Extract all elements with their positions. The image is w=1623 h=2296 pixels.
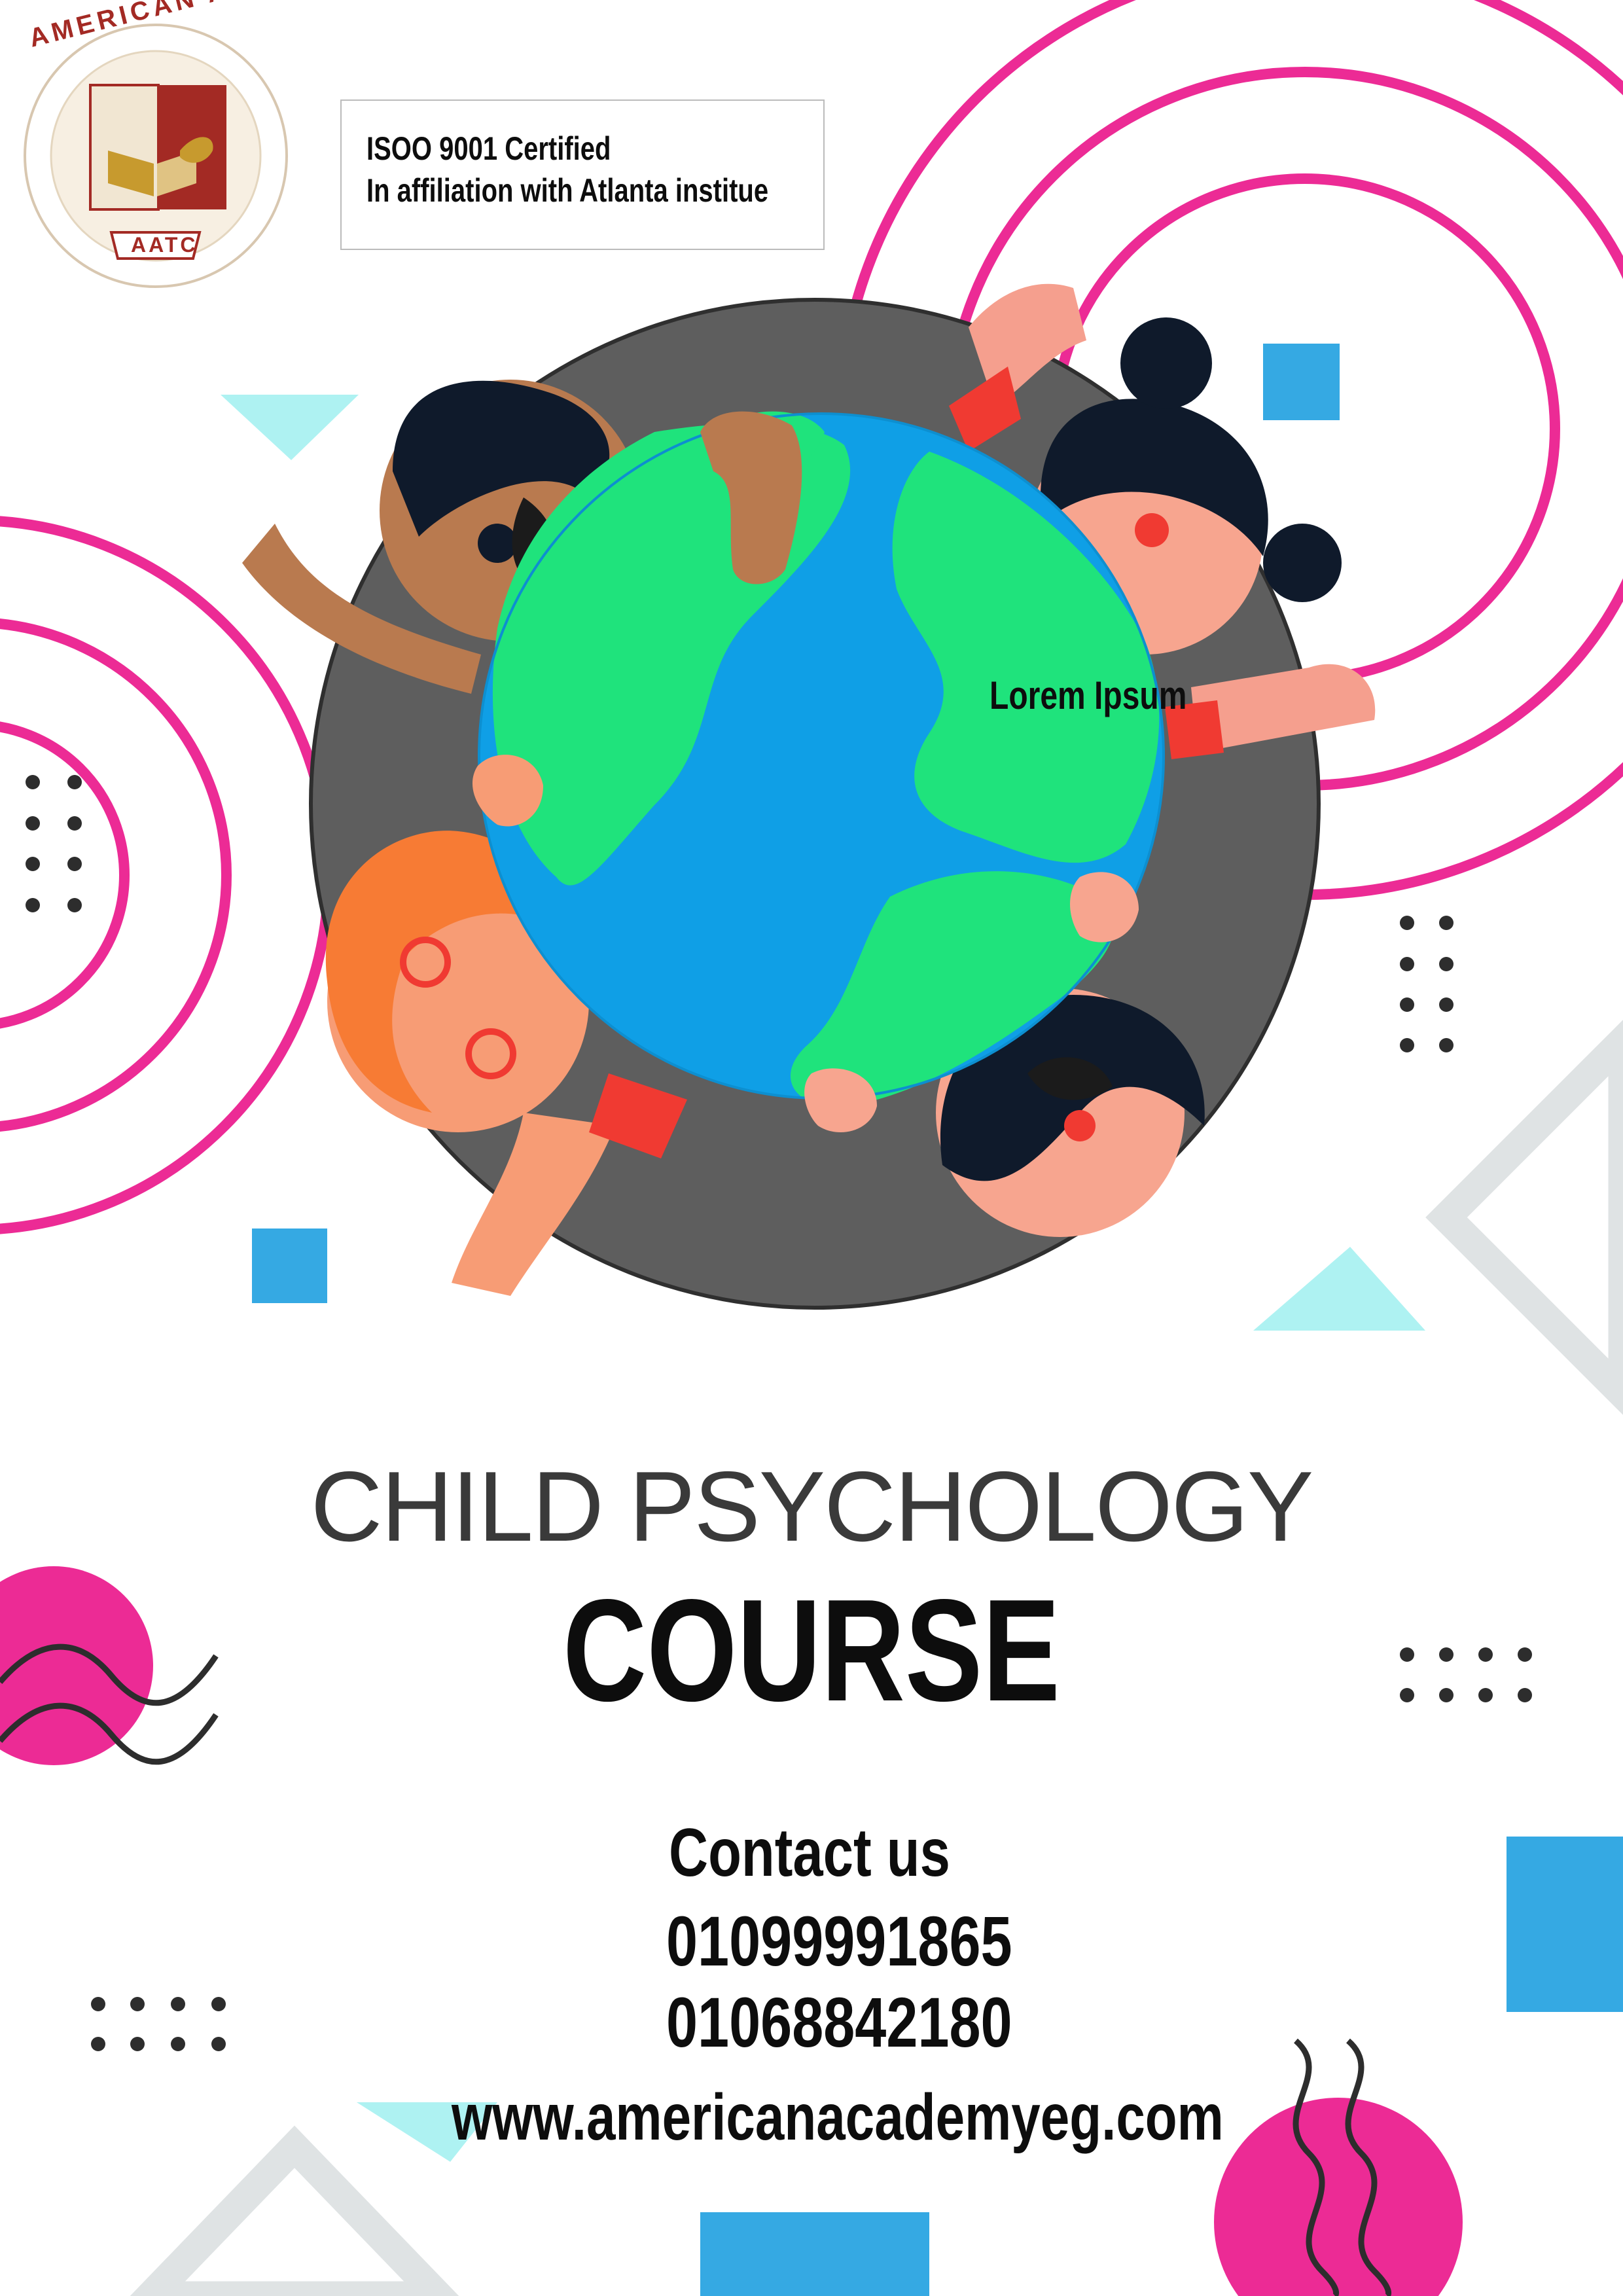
phone-number-1[interactable]: 01099991865 xyxy=(666,1900,1012,1982)
course-subtitle-text: COURSE xyxy=(563,1570,1060,1732)
certification-line-2: In affiliation with Atlanta institue xyxy=(366,172,769,209)
pink-circles-left xyxy=(0,516,334,1234)
grey-triangle-right xyxy=(1425,1020,1623,1415)
cyan-triangle-top-left xyxy=(221,395,359,460)
blue-square-top-right xyxy=(1263,344,1340,420)
certification-line-1: ISOO 9001 Certified xyxy=(366,130,611,167)
blue-square-right xyxy=(1507,1837,1623,2012)
cyan-triangle-right xyxy=(1253,1247,1425,1331)
blue-square-left xyxy=(252,1229,327,1303)
certification-box: ISOO 9001 Certified In affiliation with … xyxy=(340,99,825,250)
dot-grid-right-upper xyxy=(1400,916,1454,1052)
grey-triangle-bottom-left xyxy=(130,2125,459,2296)
globe-label: Lorem Ipsum xyxy=(990,673,1187,717)
website-link[interactable]: www.americanacademyeg.com xyxy=(452,2080,1224,2155)
blue-square-bottom xyxy=(700,2212,929,2296)
contact-heading: Contact us xyxy=(669,1815,950,1891)
dot-grid-bottom-left xyxy=(91,1997,226,2051)
logo-badge-text: AATC xyxy=(131,233,198,257)
pink-blob-bottom-right xyxy=(1214,2038,1463,2296)
course-subtitle: COURSE xyxy=(0,1568,1623,1734)
course-title: CHILD PSYCHOLOGY xyxy=(310,1451,1314,1562)
phone-number-2[interactable]: 01068842180 xyxy=(666,1981,1012,2063)
dot-grid-left xyxy=(26,775,82,912)
